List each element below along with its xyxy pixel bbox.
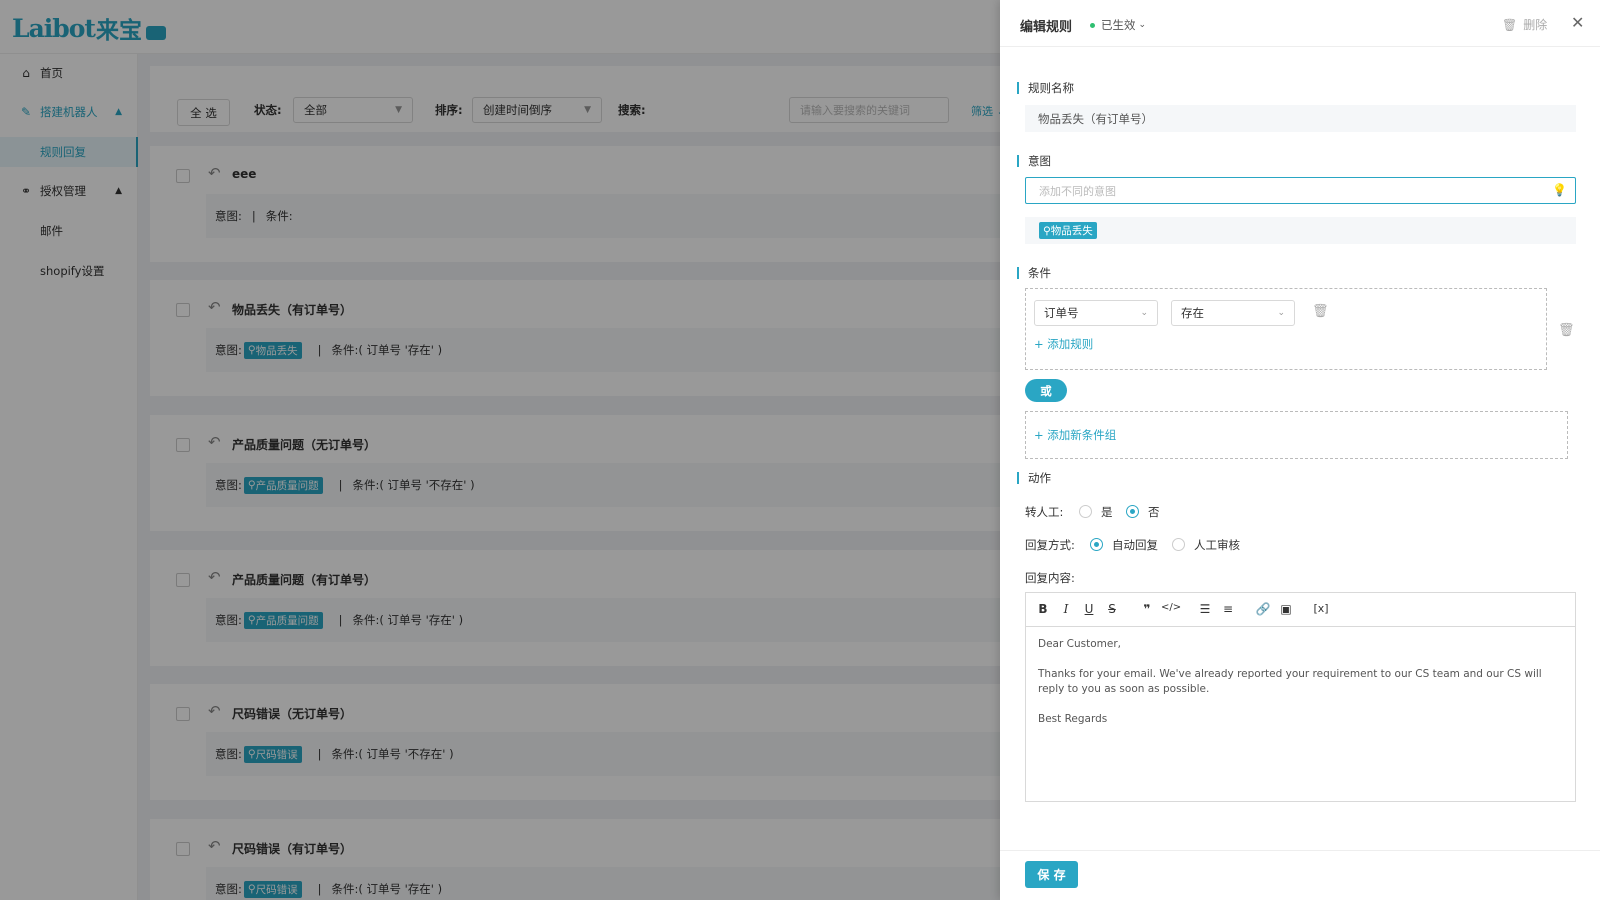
condition-heading: 条件: [1017, 267, 1051, 279]
trash-icon: 🗑: [1502, 17, 1518, 32]
add-rule-label: 添加规则: [1047, 337, 1094, 351]
transfer-label: 转人工:: [1025, 505, 1064, 519]
delete-button[interactable]: 🗑 删除: [1502, 16, 1547, 33]
reply-manual-radio[interactable]: [1172, 538, 1185, 551]
editor-content[interactable]: Dear Customer, Thanks for your email. We…: [1038, 637, 1563, 727]
location-pin-icon: ⚲: [1043, 224, 1051, 237]
drawer-footer: 保 存: [1000, 850, 1600, 900]
chevron-down-icon: ⌄: [1277, 308, 1285, 318]
add-group-label: 添加新条件组: [1047, 428, 1117, 442]
action-heading: 动作: [1017, 472, 1051, 484]
underline-icon[interactable]: U: [1080, 602, 1098, 616]
reply-line: Thanks for your email. We've already rep…: [1038, 668, 1542, 695]
rule-name-field[interactable]: 物品丢失（有订单号）: [1025, 105, 1576, 132]
drawer-header: 编辑规则 已生效 ⌄ 🗑 删除 ✕: [1000, 0, 1600, 47]
code-icon[interactable]: </>: [1161, 602, 1181, 613]
intent-placeholder: 添加不同的意图: [1039, 184, 1116, 198]
reply-auto-radio[interactable]: [1090, 538, 1103, 551]
intent-input[interactable]: 添加不同的意图 💡: [1025, 177, 1576, 204]
editor-toolbar: B I U S ❞ </> ☰ ≡ 🔗 ▣ [x]: [1026, 593, 1575, 627]
transfer-no-label: 否: [1148, 505, 1160, 519]
reply-mode-label: 回复方式:: [1025, 538, 1075, 552]
close-icon[interactable]: ✕: [1571, 13, 1584, 32]
chevron-down-icon: ⌄: [1138, 20, 1147, 30]
condition-op-select[interactable]: 存在 ⌄: [1171, 300, 1295, 326]
condition-group: 订单号 ⌄ 存在 ⌄ 🗑 + 添加规则: [1025, 288, 1547, 370]
edit-rule-drawer: 编辑规则 已生效 ⌄ 🗑 删除 ✕ 规则名称 物品丢失（有订单号） 意图 添加不…: [1000, 0, 1600, 900]
ordered-list-icon[interactable]: ☰: [1196, 602, 1214, 616]
bold-icon[interactable]: B: [1034, 602, 1052, 616]
reply-line: Dear Customer,: [1038, 638, 1121, 650]
trash-icon[interactable]: 🗑: [1558, 323, 1575, 338]
transfer-yes-radio[interactable]: [1079, 505, 1092, 518]
reply-editor[interactable]: B I U S ❞ </> ☰ ≡ 🔗 ▣ [x] Dear Customer,…: [1025, 592, 1576, 802]
intent-heading: 意图: [1017, 155, 1051, 167]
trash-icon[interactable]: 🗑: [1312, 304, 1329, 319]
bullet-list-icon[interactable]: ≡: [1219, 602, 1237, 616]
italic-icon[interactable]: I: [1057, 602, 1075, 616]
transfer-no-radio[interactable]: [1126, 505, 1139, 518]
transfer-yes-label: 是: [1101, 505, 1113, 519]
intent-tag-text: 物品丢失: [1050, 225, 1093, 237]
condition-op-value: 存在: [1181, 306, 1204, 320]
condition-field-value: 订单号: [1044, 306, 1079, 320]
condition-field-select[interactable]: 订单号 ⌄: [1034, 300, 1158, 326]
blockquote-icon[interactable]: ❞: [1138, 602, 1156, 616]
delete-label: 删除: [1523, 18, 1548, 32]
lightbulb-icon[interactable]: 💡: [1552, 183, 1567, 197]
image-icon[interactable]: ▣: [1277, 602, 1295, 616]
chevron-down-icon: ⌄: [1140, 308, 1148, 318]
reply-manual-label: 人工审核: [1194, 538, 1240, 552]
app: Laibot 来宝 ⌂ 首页 ✎ 搭建机器人 ▲ 规则回复 ⚭ 授权管理 ▲ 邮…: [0, 0, 1600, 900]
status-dropdown[interactable]: 已生效 ⌄: [1090, 17, 1146, 33]
rule-name-heading: 规则名称: [1017, 82, 1074, 94]
intent-tag[interactable]: ⚲ 物品丢失: [1039, 222, 1097, 239]
link-icon[interactable]: 🔗: [1254, 602, 1272, 616]
add-rule-link[interactable]: + 添加规则: [1034, 336, 1093, 352]
intent-tag-area: ⚲ 物品丢失: [1025, 217, 1576, 244]
add-group-link[interactable]: + 添加新条件组: [1034, 427, 1116, 443]
strikethrough-icon[interactable]: S: [1103, 602, 1121, 616]
add-group-box[interactable]: + 添加新条件组: [1025, 411, 1568, 459]
or-button[interactable]: 或: [1025, 379, 1067, 402]
drawer-title: 编辑规则: [1020, 20, 1073, 35]
status-text: 已生效: [1101, 18, 1136, 32]
reply-content-label: 回复内容:: [1025, 571, 1075, 585]
status-dot-icon: [1090, 22, 1095, 28]
save-button[interactable]: 保 存: [1025, 861, 1078, 888]
modal-overlay[interactable]: [0, 0, 1000, 900]
clear-format-icon[interactable]: [x]: [1312, 602, 1330, 615]
reply-auto-label: 自动回复: [1112, 538, 1158, 552]
reply-line: Best Regards: [1038, 713, 1108, 725]
